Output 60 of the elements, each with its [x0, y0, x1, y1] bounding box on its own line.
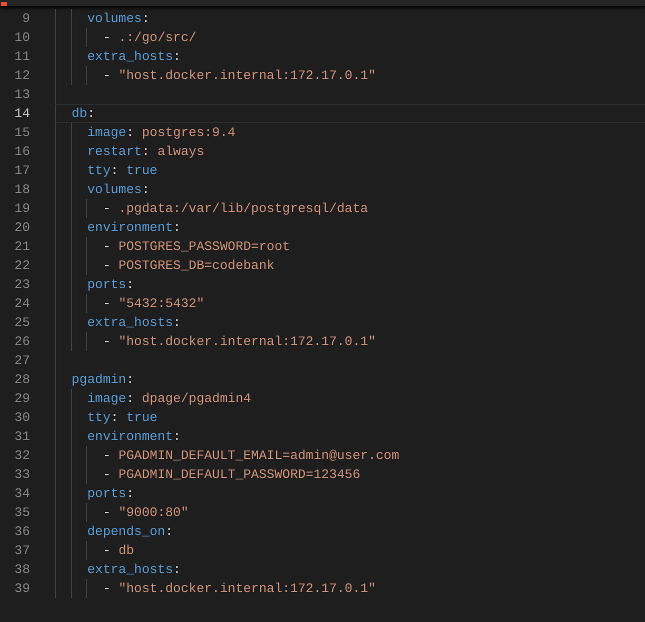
code-line: - POSTGRES_DB=codebank [55, 256, 645, 275]
line-number: 19 [13, 200, 30, 218]
code-line: - .pgdata:/var/lib/postgresql/data [55, 199, 645, 218]
line-number: 32 [13, 447, 30, 465]
line-number: 14 [13, 105, 30, 123]
line-number: 30 [13, 409, 30, 427]
code-line: image: postgres:9.4 [55, 123, 645, 142]
code-line: tty: true [55, 161, 645, 180]
code-line: db: [55, 104, 645, 123]
code-line: - PGADMIN_DEFAULT_PASSWORD=123456 [55, 465, 645, 484]
line-number: 26 [13, 333, 30, 351]
code-line: - "9000:80" [55, 503, 645, 522]
line-number: 38 [13, 561, 30, 579]
line-number: 10 [13, 29, 30, 47]
code-line: volumes: [55, 180, 645, 199]
line-number: 13 [13, 86, 30, 104]
line-number: 18 [13, 181, 30, 199]
code-line: depends_on: [55, 522, 645, 541]
line-number: 11 [13, 48, 30, 66]
code-line: - .:/go/src/ [55, 28, 645, 47]
line-number: 36 [13, 523, 30, 541]
line-number: 27 [13, 352, 30, 370]
code-line: image: dpage/pgadmin4 [55, 389, 645, 408]
code-line: - "host.docker.internal:172.17.0.1" [55, 66, 645, 85]
line-number: 25 [13, 314, 30, 332]
line-number: 15 [13, 124, 30, 142]
code-line: extra_hosts: [55, 560, 645, 579]
code-line: volumes: [55, 9, 645, 28]
code-line: tty: true [55, 408, 645, 427]
code-line: pgadmin: [55, 370, 645, 389]
line-number: 9 [21, 10, 30, 28]
line-number: 12 [13, 67, 30, 85]
code-line: - POSTGRES_PASSWORD=root [55, 237, 645, 256]
line-number: 34 [13, 485, 30, 503]
line-number: 23 [13, 276, 30, 294]
code-line: extra_hosts: [55, 47, 645, 66]
code-line: - db [55, 541, 645, 560]
code-line: - PGADMIN_DEFAULT_EMAIL=admin@user.com [55, 446, 645, 465]
code-line: extra_hosts: [55, 313, 645, 332]
code-line: - "host.docker.internal:172.17.0.1" [55, 579, 645, 598]
line-number: 29 [13, 390, 30, 408]
line-number: 24 [13, 295, 30, 313]
line-number: 28 [13, 371, 30, 389]
code-line: environment: [55, 218, 645, 237]
line-number: 20 [13, 219, 30, 237]
line-number: 31 [13, 428, 30, 446]
line-number: 35 [13, 504, 30, 522]
code-line: ports: [55, 484, 645, 503]
line-number: 22 [13, 257, 30, 275]
line-number: 16 [13, 143, 30, 161]
code-line: - "host.docker.internal:172.17.0.1" [55, 332, 645, 351]
code-line: - "5432:5432" [55, 294, 645, 313]
code-line: ports: [55, 275, 645, 294]
code-line: restart: always [55, 142, 645, 161]
line-number: 17 [13, 162, 30, 180]
line-number: 37 [13, 542, 30, 560]
line-number: 33 [13, 466, 30, 484]
line-number: 21 [13, 238, 30, 256]
line-number: 39 [13, 580, 30, 598]
code-line: environment: [55, 427, 645, 446]
